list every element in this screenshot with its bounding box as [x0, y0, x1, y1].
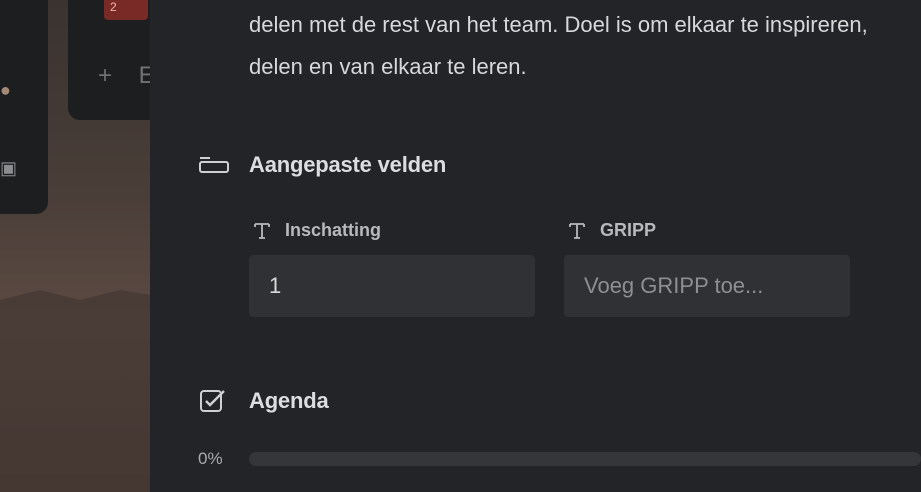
custom-fields-title: Aangepaste velden — [249, 152, 447, 177]
checklist-progress-percent: 0% — [198, 449, 223, 468]
field-label-gripp: GRIPP — [568, 220, 656, 241]
field-label-inschatting: Inschatting — [253, 220, 381, 241]
text-field-icon — [569, 222, 585, 239]
checklist-header: Agenda — [198, 388, 329, 414]
card-detail-panel: delen met de rest van het team. Doel is … — [150, 0, 921, 492]
notification-badge: 2 — [104, 0, 148, 20]
checklist-title[interactable]: Agenda — [249, 388, 329, 414]
field-label-text: Inschatting — [285, 220, 382, 240]
checklist-icon — [200, 390, 225, 412]
inschatting-input[interactable] — [249, 255, 535, 317]
custom-fields-header: Aangepaste velden — [198, 152, 446, 178]
text-field-icon — [254, 222, 270, 239]
badge-count: 2 — [110, 0, 117, 14]
board-card[interactable]: ● ▣ — [0, 0, 48, 214]
gripp-input[interactable] — [564, 255, 850, 317]
user-avatar-icon: ● — [0, 80, 11, 100]
field-label-text: GRIPP — [600, 220, 657, 240]
description-line: delen en van elkaar te leren. — [249, 54, 527, 79]
screen: ● ▣ 2 + E delen met de rest van het team… — [0, 0, 921, 492]
description-line: delen met de rest van het team. Doel is … — [249, 12, 868, 37]
custom-fields-icon — [199, 157, 229, 173]
card-description[interactable]: delen met de rest van het team. Doel is … — [249, 4, 921, 88]
calendar-icon: ▣ — [0, 158, 18, 178]
checklist-progress-bar — [249, 452, 921, 466]
